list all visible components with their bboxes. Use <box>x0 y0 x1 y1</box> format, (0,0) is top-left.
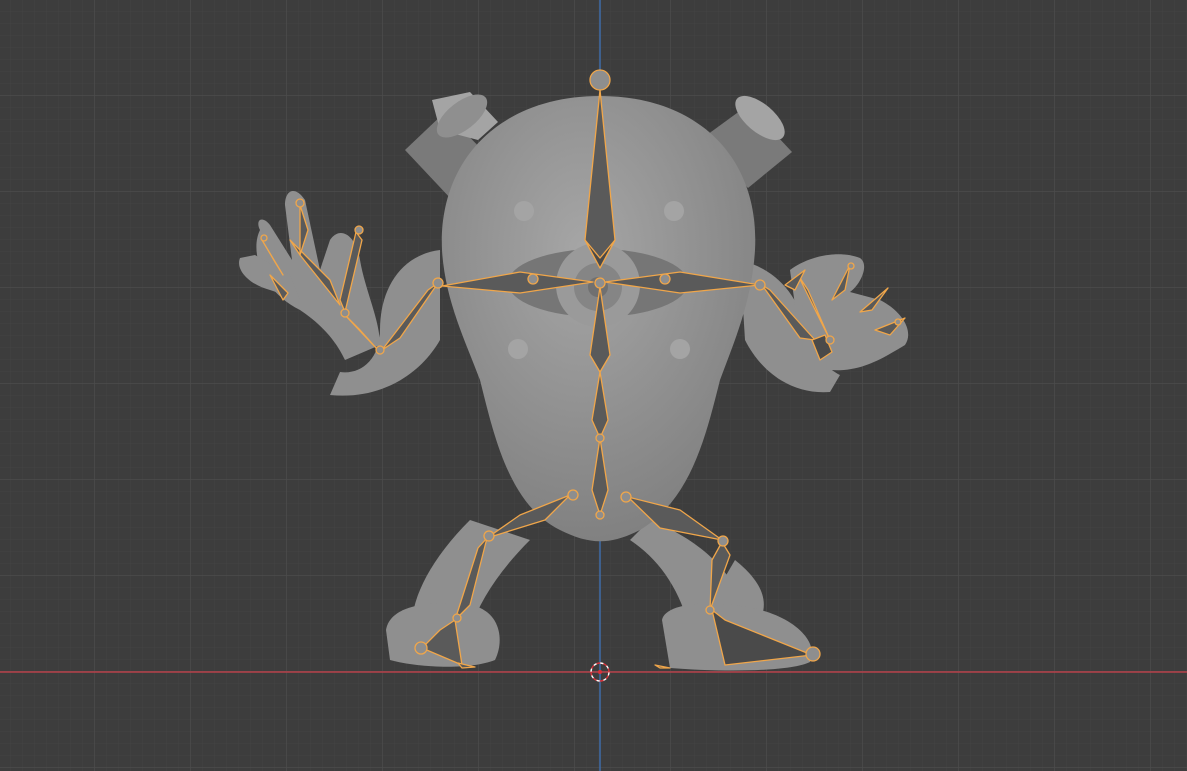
viewport-canvas[interactable] <box>0 0 1187 771</box>
joint-pelvis[interactable] <box>595 510 605 520</box>
joint-hand-left[interactable] <box>340 308 350 318</box>
joint-spine[interactable] <box>595 433 605 443</box>
joint-wrist-right[interactable] <box>825 335 835 345</box>
joint-hip-right[interactable] <box>620 491 632 503</box>
joint-wrist-left[interactable] <box>375 345 385 355</box>
bump <box>670 339 690 359</box>
joint-finger-tip[interactable] <box>894 318 902 326</box>
joint-knee-right[interactable] <box>717 535 729 547</box>
joint-knee-left[interactable] <box>483 530 495 542</box>
joint-elbow-left[interactable] <box>432 277 444 289</box>
joint-toe-right[interactable] <box>805 646 821 662</box>
joint-neck[interactable] <box>594 277 606 289</box>
joint-head-tip[interactable] <box>589 69 611 91</box>
joint-shoulder-left[interactable] <box>527 273 539 285</box>
bump <box>508 339 528 359</box>
bump <box>514 201 534 221</box>
joint-shoulder-right[interactable] <box>659 273 671 285</box>
joint-finger-tip[interactable] <box>295 198 305 208</box>
joint-finger-tip[interactable] <box>354 225 364 235</box>
joint-finger-tip[interactable] <box>260 234 268 242</box>
joint-finger-tip[interactable] <box>847 262 855 270</box>
joint-ankle-right[interactable] <box>705 605 715 615</box>
bump <box>664 201 684 221</box>
joint-hip-left[interactable] <box>567 489 579 501</box>
joint-ankle-left[interactable] <box>452 613 462 623</box>
joint-heel-left[interactable] <box>414 641 428 655</box>
3d-viewport[interactable] <box>0 0 1187 771</box>
joint-elbow-right[interactable] <box>754 279 766 291</box>
